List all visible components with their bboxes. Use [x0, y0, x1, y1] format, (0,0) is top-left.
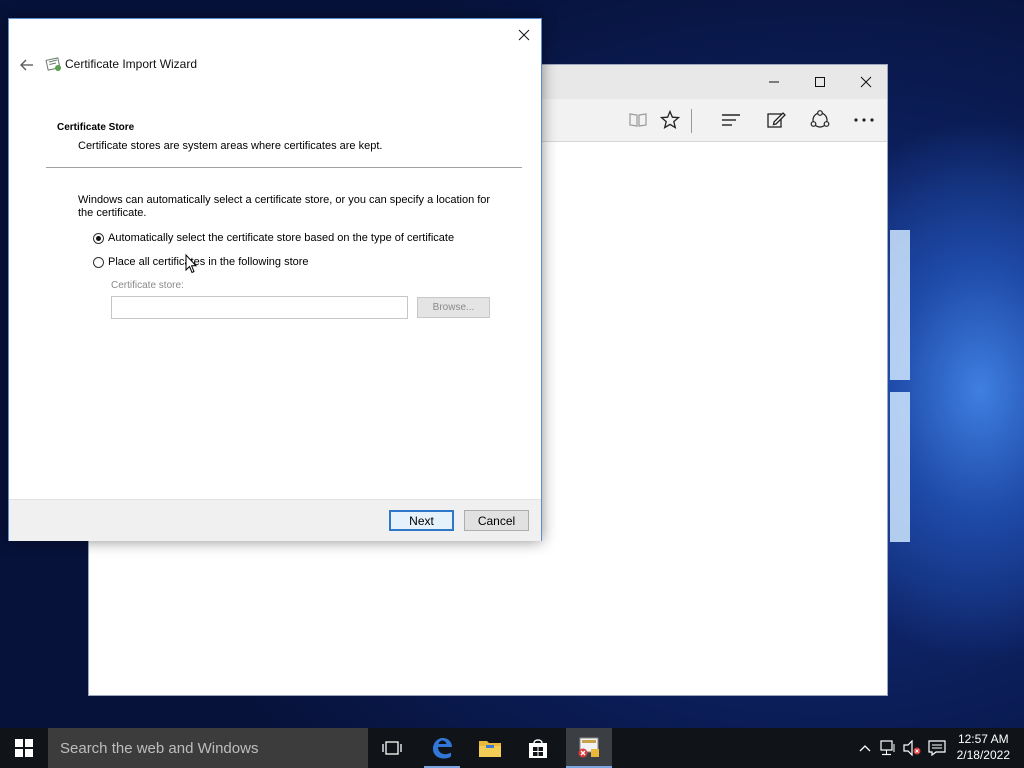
- task-view-button[interactable]: [372, 728, 412, 768]
- certificate-import-wizard-dialog: Certificate Import Wizard Certificate St…: [8, 18, 542, 541]
- reading-view-button[interactable]: [620, 99, 656, 141]
- header-divider: [46, 167, 522, 168]
- toolbar-separator: [691, 109, 692, 133]
- maximize-button[interactable]: [797, 65, 843, 99]
- dialog-footer: Next Cancel: [9, 499, 541, 541]
- intro-text: Windows can automatically select a certi…: [78, 194, 491, 219]
- chevron-up-icon: [859, 745, 871, 752]
- system-tray: [854, 728, 950, 768]
- task-view-icon: [382, 741, 402, 755]
- radio-button-unselected[interactable]: [93, 256, 104, 268]
- taskbar: Search the web and Windows 12:57 AM 2/18…: [0, 728, 1024, 768]
- volume-muted-icon: [903, 740, 921, 756]
- cancel-button[interactable]: Cancel: [464, 510, 529, 531]
- action-center-button[interactable]: [924, 728, 950, 768]
- search-box[interactable]: Search the web and Windows: [48, 728, 368, 768]
- radio-auto-select-store[interactable]: Automatically select the certificate sto…: [93, 232, 454, 244]
- certificate-manager-icon: [578, 737, 599, 758]
- taskbar-edge-button[interactable]: [420, 728, 464, 768]
- hub-button[interactable]: [713, 99, 749, 141]
- file-explorer-folder-icon: [479, 741, 501, 757]
- web-note-button[interactable]: [758, 99, 794, 141]
- clock-time: 12:57 AM: [957, 732, 1009, 746]
- certificate-store-label: Certificate store:: [111, 280, 184, 291]
- dialog-close-button[interactable]: [509, 21, 539, 49]
- section-title: Certificate Store: [57, 122, 135, 133]
- clock-date: 2/18/2022: [956, 748, 1010, 762]
- share-icon: [810, 110, 830, 128]
- section-description: Certificate stores are system areas wher…: [78, 140, 383, 152]
- volume-button[interactable]: [900, 728, 924, 768]
- action-center-icon: [928, 740, 946, 756]
- edge-browser-icon: [433, 738, 452, 759]
- minimize-button[interactable]: [751, 65, 797, 99]
- browse-button[interactable]: Browse...: [417, 297, 490, 318]
- favorites-star-icon: [660, 110, 680, 129]
- network-icon: [880, 740, 895, 756]
- taskbar-certificate-wizard-button[interactable]: [566, 728, 612, 768]
- favorites-button[interactable]: [652, 99, 688, 141]
- mouse-cursor-icon: [185, 254, 197, 274]
- back-arrow-icon: [20, 59, 33, 71]
- wallpaper-light-pane: [890, 230, 910, 380]
- back-button[interactable]: [14, 53, 40, 77]
- next-button[interactable]: Next: [389, 510, 454, 531]
- hub-icon: [722, 114, 740, 126]
- network-button[interactable]: [876, 728, 900, 768]
- start-button[interactable]: [0, 728, 48, 768]
- close-icon: [860, 76, 872, 88]
- maximize-icon: [815, 77, 825, 87]
- radio-button-selected[interactable]: [93, 232, 104, 244]
- windows-logo-icon: [15, 739, 33, 757]
- more-button[interactable]: [846, 99, 882, 141]
- taskbar-store-button[interactable]: [516, 728, 560, 768]
- certificate-icon: [45, 57, 61, 71]
- reading-view-icon: [629, 113, 647, 127]
- radio-label: Automatically select the certificate sto…: [108, 232, 455, 244]
- taskbar-clock[interactable]: 12:57 AM 2/18/2022: [957, 731, 1010, 763]
- wallpaper-light-pane: [890, 392, 910, 542]
- store-bag-icon: [529, 739, 547, 758]
- web-note-icon: [767, 112, 786, 128]
- share-button[interactable]: [802, 99, 838, 141]
- minimize-icon: [769, 81, 779, 83]
- close-icon: [518, 29, 530, 41]
- radio-place-in-store[interactable]: Place all certificates in the following …: [93, 256, 309, 268]
- radio-label: Place all certificates in the following …: [108, 256, 309, 268]
- taskbar-file-explorer-button[interactable]: [468, 728, 512, 768]
- certificate-store-input[interactable]: [111, 296, 408, 319]
- close-button[interactable]: [843, 65, 889, 99]
- more-icon: [854, 118, 874, 122]
- dialog-title: Certificate Import Wizard: [65, 57, 198, 71]
- show-hidden-icons-button[interactable]: [854, 728, 876, 768]
